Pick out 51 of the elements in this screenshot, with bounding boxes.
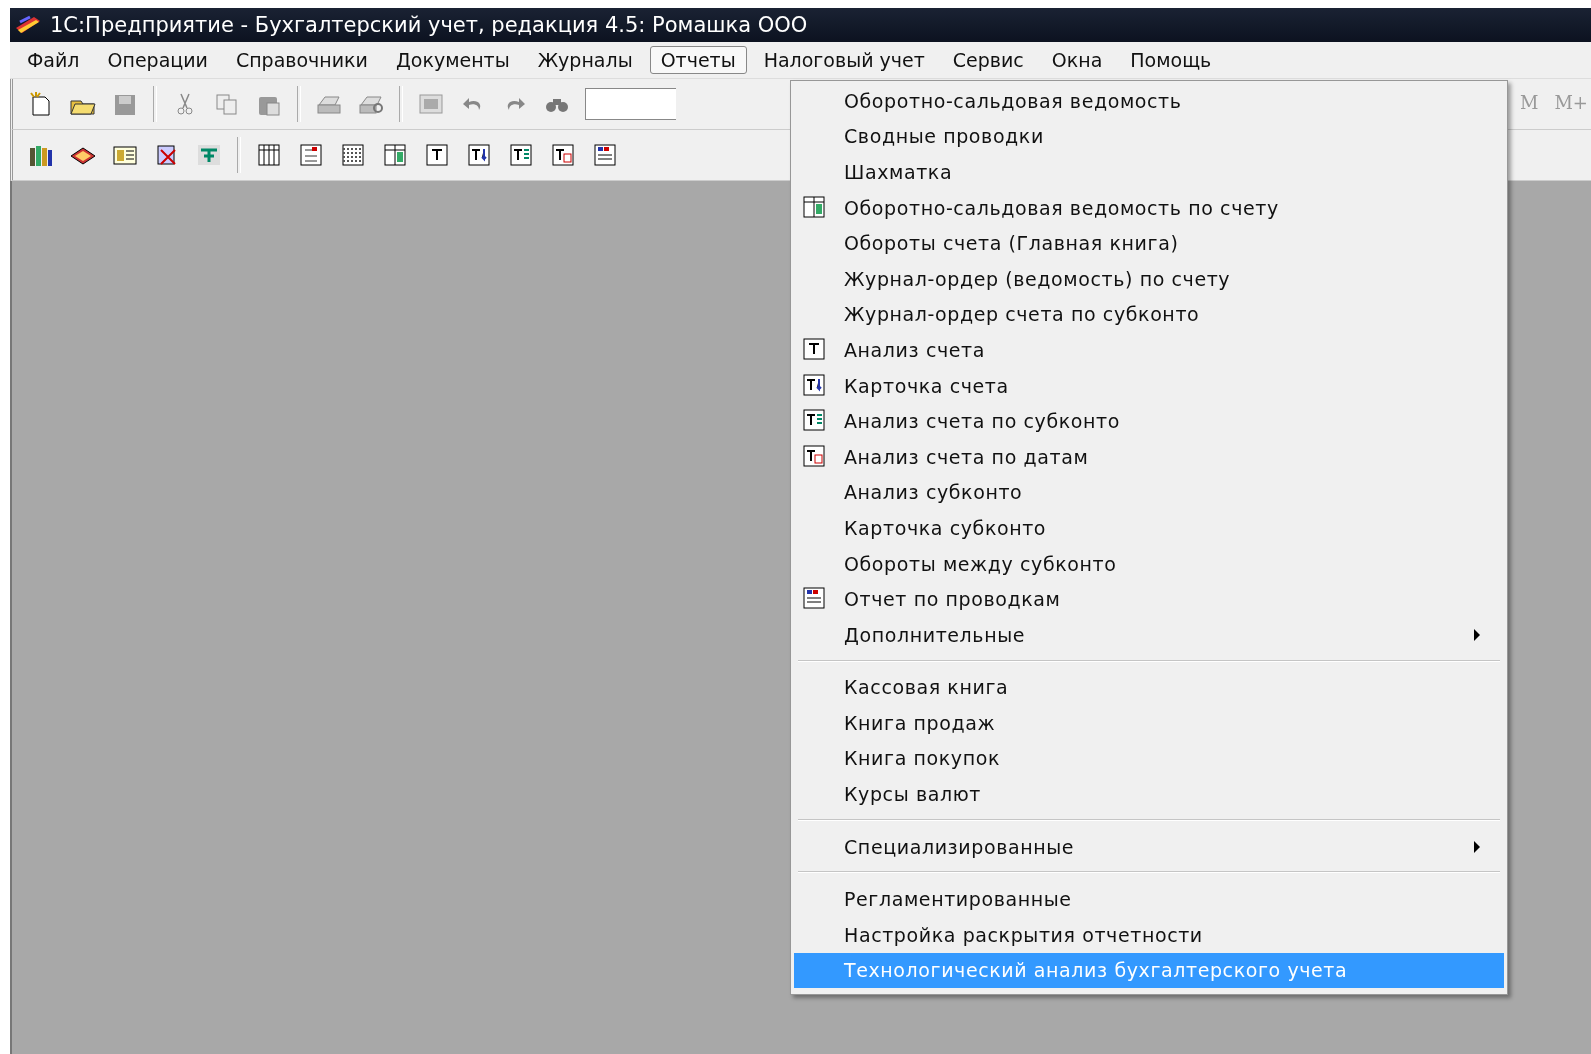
account-card-icon[interactable] <box>465 142 493 168</box>
date-analysis-icon[interactable] <box>549 142 577 168</box>
menu-item[interactable]: Регламентированные <box>794 881 1504 918</box>
account-card-icon[interactable] <box>800 371 828 398</box>
menu-item[interactable]: Документы <box>384 46 521 74</box>
menu-item[interactable]: Отчеты <box>649 46 747 74</box>
account-analysis-icon[interactable] <box>423 142 451 168</box>
submenu-arrow-icon <box>1472 627 1482 642</box>
menu-item[interactable]: Оборотно-сальдовая ведомость по счету <box>794 189 1504 226</box>
menu-item[interactable]: Курсы валют <box>794 776 1504 812</box>
menu-item[interactable]: Книга продаж <box>794 705 1504 741</box>
menu-item[interactable]: Обороты между субконто <box>794 545 1504 582</box>
menu-item[interactable]: Сводные проводки <box>794 118 1504 155</box>
subconto-analysis-icon[interactable] <box>800 407 828 434</box>
menu-item[interactable]: Анализ счета <box>794 332 1504 368</box>
menu-item[interactable]: Настройка раскрытия отчетности <box>794 917 1504 953</box>
menu-item[interactable]: Операции <box>96 46 219 74</box>
menu-item[interactable]: Книга покупок <box>794 740 1504 777</box>
menu-item[interactable]: Сервис <box>941 46 1035 74</box>
menu-item[interactable]: Карточка субконто <box>794 510 1504 546</box>
subconto-analysis-icon[interactable] <box>507 142 535 168</box>
menu-item[interactable]: Карточка счета <box>794 367 1504 404</box>
menu-item[interactable]: Файл <box>16 46 91 74</box>
menu-item[interactable]: Обороты счета (Главная книга) <box>794 225 1504 261</box>
menu-item[interactable]: Оборотно-сальдовая ведомость <box>794 83 1504 119</box>
app-logo-icon <box>14 14 42 36</box>
sum-report-icon[interactable] <box>297 142 325 168</box>
date-analysis-icon[interactable] <box>800 442 828 469</box>
account-analysis-icon[interactable] <box>800 336 828 363</box>
menu-item[interactable]: Анализ счета по субконто <box>794 403 1504 439</box>
table-icon[interactable] <box>255 142 283 168</box>
menu-item[interactable]: Окна <box>1040 46 1114 74</box>
search-field[interactable] <box>585 88 676 120</box>
menu-item[interactable]: Налоговый учет <box>752 46 936 74</box>
menu-item[interactable]: Справочники <box>224 46 379 74</box>
menu-item[interactable]: Отчет по проводкам <box>794 581 1504 617</box>
submenu-arrow-icon <box>1472 839 1482 854</box>
menu-item[interactable]: Кассовая книга <box>794 669 1504 706</box>
menu-item[interactable]: Анализ счета по датам <box>794 438 1504 475</box>
menu-item[interactable]: Журналы <box>526 46 644 74</box>
checkerboard-icon[interactable] <box>339 142 367 168</box>
entries-report-icon[interactable] <box>800 585 828 612</box>
menu-item[interactable]: Дополнительные <box>794 616 1504 653</box>
menu-item[interactable]: Помощь <box>1119 46 1223 74</box>
menu-item[interactable]: Специализированные <box>794 828 1504 865</box>
menu-item[interactable]: Шахматка <box>794 154 1504 190</box>
entries-report-icon[interactable] <box>591 142 619 168</box>
menu-item[interactable]: Анализ субконто <box>794 474 1504 511</box>
menu-item[interactable]: Журнал-ордер счета по субконто <box>794 296 1504 333</box>
menu-item[interactable]: Журнал-ордер (ведомость) по счету <box>794 260 1504 297</box>
window-title: 1С:Предприятие - Бухгалтерский учет, редакция 4.5: Ромашка ООО <box>50 13 808 37</box>
